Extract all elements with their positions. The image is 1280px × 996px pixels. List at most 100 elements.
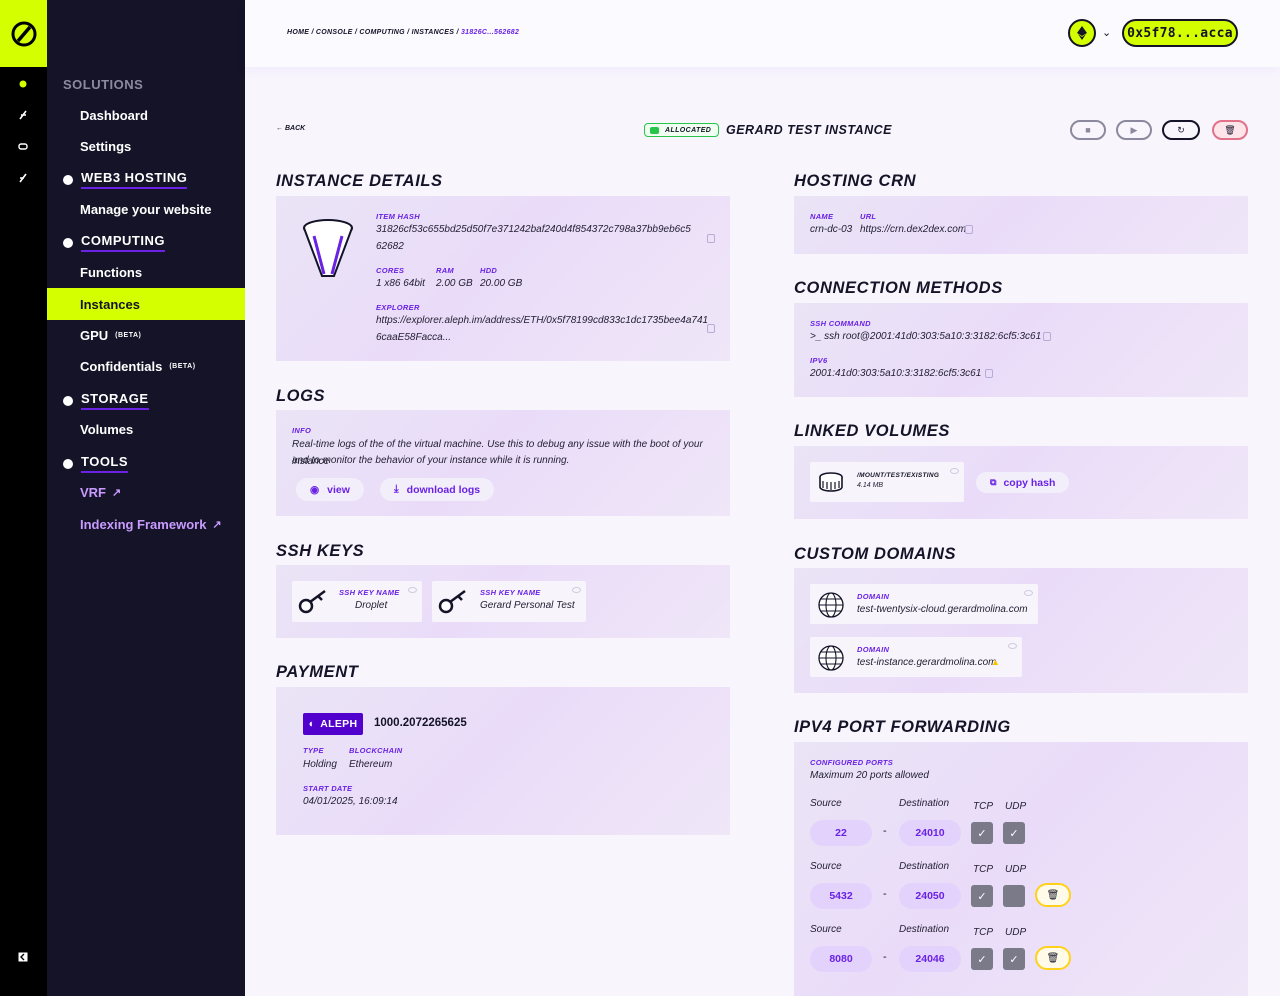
eye-icon[interactable] (408, 587, 417, 593)
destination-port-input[interactable]: 24010 (899, 820, 961, 846)
delete-port-button[interactable]: 🗑 (1035, 883, 1071, 907)
back-label: BACK (284, 125, 306, 132)
sidebar-item-dashboard[interactable]: Dashboard (47, 100, 245, 131)
sidebar-section-label: COMPUTING (81, 233, 165, 252)
download-icon: ⤓ (394, 483, 399, 495)
sidebar-section-web3-hosting[interactable]: WEB3 HOSTING (63, 170, 188, 189)
download-logs-button[interactable]: ⤓ download logs (380, 478, 495, 501)
copy-icon[interactable] (707, 324, 715, 333)
sidebar-section-tools[interactable]: TOOLS (63, 454, 129, 473)
logs-card: INFO Real-time logs of the of the virtua… (276, 410, 730, 516)
tools-rail-icon[interactable] (15, 170, 31, 186)
start-button[interactable]: ▶ (1116, 120, 1152, 140)
beta-badge: (BETA) (115, 332, 142, 339)
copy-icon[interactable] (1043, 332, 1051, 341)
volume-card[interactable]: /MOUNT/TEST/EXISTING 4.14 MB (810, 462, 964, 502)
item-hash-label: ITEM HASH (376, 212, 420, 221)
reboot-button[interactable]: ↻ (1162, 120, 1200, 140)
destination-label: Destination (899, 861, 950, 872)
crn-url-link[interactable]: https://crn.dex2dex.com (860, 221, 966, 238)
external-link-icon: ↗ (212, 519, 222, 531)
section-title-logs: LOGS (276, 387, 326, 405)
hdd-label: HDD (480, 266, 498, 275)
sidebar-item-instances[interactable]: Instances (47, 288, 245, 320)
breadcrumb-path[interactable]: HOME / CONSOLE / COMPUTING / INSTANCES / (287, 29, 461, 36)
explorer-link-2[interactable]: 6caaE58Facca... (376, 329, 451, 346)
external-link-icon[interactable] (965, 225, 973, 234)
ssh-key-name: Droplet (355, 600, 388, 611)
aleph-logo-icon[interactable] (0, 0, 47, 67)
sidebar-section-computing[interactable]: COMPUTING (63, 233, 165, 252)
aleph-token-badge: ◐ ALEPH (303, 713, 363, 735)
sidebar-item-volumes[interactable]: Volumes (47, 414, 245, 445)
explorer-link-1[interactable]: https://explorer.aleph.im/address/ETH/0x… (376, 312, 708, 329)
play-icon: ▶ (1130, 124, 1138, 135)
sidebar-item-functions[interactable]: Functions (47, 257, 245, 288)
globe-icon (818, 645, 844, 676)
computing-rail-icon[interactable] (15, 138, 31, 154)
ssh-key-card[interactable]: SSH KEY NAME Droplet (292, 581, 422, 622)
sidebar-item-label: GPU (80, 328, 109, 343)
sidebar-item-vrf[interactable]: VRF ↗ (47, 477, 245, 508)
udp-checkbox[interactable]: ✓ (1003, 948, 1025, 970)
tcp-checkbox[interactable]: ✓ (971, 822, 993, 844)
domain-card[interactable]: DOMAIN test-instance.gerardmolina.com ▲ (810, 637, 1022, 677)
sidebar-heading-solutions: SOLUTIONS (63, 77, 144, 92)
delete-port-button[interactable]: 🗑 (1035, 946, 1071, 970)
destination-port-input[interactable]: 24050 (899, 883, 961, 909)
top-bar: HOME / CONSOLE / COMPUTING / INSTANCES /… (245, 0, 1280, 67)
blockchain-value: Ethereum (349, 759, 393, 770)
blockchain-label: BLOCKCHAIN (349, 746, 403, 755)
eye-icon: ◉ (310, 483, 320, 496)
sidebar-section-storage[interactable]: STORAGE (63, 391, 149, 410)
chevron-down-icon[interactable]: ⌄ (1102, 26, 1111, 39)
back-button[interactable]: ← BACK (276, 125, 305, 132)
solutions-icon[interactable] (15, 76, 31, 92)
domain-value: test-twentysix-cloud.gerardmolina.com (857, 604, 1028, 615)
stop-button[interactable]: ■ (1070, 120, 1106, 140)
icon-rail (0, 0, 47, 996)
destination-port-input[interactable]: 24046 (899, 946, 961, 972)
collapse-icon[interactable] (15, 949, 31, 965)
view-logs-button[interactable]: ◉ view (296, 478, 364, 501)
tcp-checkbox[interactable]: ✓ (971, 948, 993, 970)
start-date-label: START DATE (303, 784, 353, 793)
ssh-key-name: Gerard Personal Test (480, 600, 575, 611)
instance-icon (302, 218, 354, 283)
wallet-button[interactable]: 0x5f78...acca (1122, 19, 1238, 47)
source-port-input[interactable]: 22 (810, 820, 872, 846)
max-ports-text: Maximum 20 ports allowed (810, 770, 929, 781)
sidebar-item-settings[interactable]: Settings (47, 131, 245, 162)
domain-label: DOMAIN (857, 592, 890, 601)
view-label: view (327, 483, 350, 496)
copy-hash-label: copy hash (1003, 476, 1056, 489)
sidebar-item-confidentials[interactable]: Confidentials (BETA) (47, 351, 245, 382)
ssh-key-card[interactable]: SSH KEY NAME Gerard Personal Test (432, 581, 586, 622)
eye-icon[interactable] (1024, 590, 1033, 596)
sidebar-item-manage-website[interactable]: Manage your website (47, 194, 245, 225)
copy-hash-button[interactable]: ⧉ copy hash (976, 472, 1070, 493)
copy-icon[interactable] (707, 234, 715, 243)
eye-icon[interactable] (572, 587, 581, 593)
udp-checkbox[interactable] (1003, 885, 1025, 907)
copy-icon[interactable] (985, 369, 993, 378)
ssh-command-label: SSH COMMAND (810, 319, 871, 328)
udp-checkbox[interactable]: ✓ (1003, 822, 1025, 844)
sidebar-section-label: WEB3 HOSTING (81, 170, 188, 189)
eye-icon[interactable] (950, 468, 959, 474)
eye-icon[interactable] (1008, 643, 1017, 649)
tcp-checkbox[interactable]: ✓ (971, 885, 993, 907)
source-port-input[interactable]: 8080 (810, 946, 872, 972)
copy-icon: ⧉ (990, 477, 997, 487)
storage-rail-icon[interactable] (15, 107, 31, 123)
external-link-icon: ↗ (112, 487, 122, 499)
sidebar-section-label: STORAGE (81, 391, 149, 410)
sidebar-item-gpu[interactable]: GPU (BETA) (47, 320, 245, 351)
delete-instance-button[interactable]: 🗑 (1212, 120, 1248, 140)
payment-card (276, 687, 730, 835)
domain-card[interactable]: DOMAIN test-twentysix-cloud.gerardmolina… (810, 584, 1038, 624)
source-label: Source (810, 924, 842, 935)
source-port-input[interactable]: 5432 (810, 883, 872, 909)
ethereum-network-icon[interactable] (1068, 19, 1096, 47)
sidebar-item-indexing[interactable]: Indexing Framework ↗ (47, 509, 245, 540)
